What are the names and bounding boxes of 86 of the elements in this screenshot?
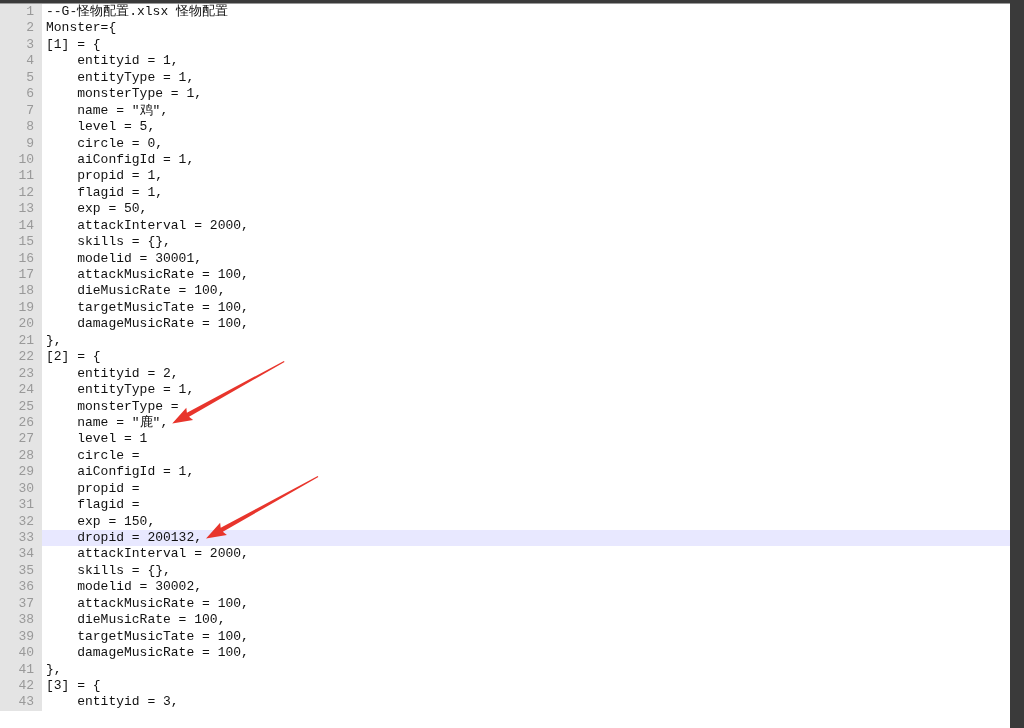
line-number: 21 bbox=[18, 332, 34, 348]
code-line: targetMusicTate = 100, bbox=[76, 299, 249, 315]
code-line: entityType = 1, bbox=[76, 69, 195, 85]
code-line: skills = {}, bbox=[76, 234, 171, 250]
code-line: Monster={ bbox=[46, 20, 117, 36]
line-number: 16 bbox=[18, 250, 34, 266]
code-line: [1] = { bbox=[46, 36, 101, 52]
line-number: 41 bbox=[18, 661, 34, 677]
line-number: 24 bbox=[18, 382, 34, 398]
code-line: monsterType = bbox=[76, 398, 179, 414]
line-number: 4 bbox=[26, 53, 34, 69]
code-line: circle = 0, bbox=[76, 135, 164, 151]
line-number: 19 bbox=[18, 299, 34, 315]
code-line: name = "鹿", bbox=[76, 414, 169, 430]
line-number: 37 bbox=[18, 595, 34, 611]
code-line: flagid = bbox=[76, 497, 140, 513]
line-number: 26 bbox=[18, 414, 34, 430]
code-line: [2] = { bbox=[46, 349, 101, 365]
code-line: aiConfigId = 1, bbox=[76, 464, 195, 480]
line-number: 11 bbox=[18, 168, 34, 184]
code-line: damageMusicRate = 100, bbox=[76, 645, 249, 661]
line-number: 27 bbox=[18, 431, 34, 447]
code-line: modelid = 30001, bbox=[76, 250, 203, 266]
code-line: attackInterval = 2000, bbox=[76, 217, 249, 233]
code-line: circle = bbox=[76, 447, 141, 463]
line-number: 17 bbox=[18, 267, 34, 282]
line-number: 40 bbox=[18, 645, 34, 661]
line-number: 5 bbox=[26, 69, 34, 85]
code-line: [3] = { bbox=[46, 677, 101, 693]
code-line: flagid = 1, bbox=[76, 184, 164, 200]
line-number: 10 bbox=[18, 151, 34, 167]
line-number: 34 bbox=[18, 546, 34, 562]
code-line: }, bbox=[46, 332, 62, 348]
code-line: monsterType = 1, bbox=[76, 86, 203, 102]
code-line: propid = bbox=[76, 480, 141, 496]
line-number: 33 bbox=[18, 530, 34, 545]
code-line: exp = 150, bbox=[76, 513, 156, 529]
line-number: 23 bbox=[18, 365, 34, 381]
code-line: skills = {}, bbox=[76, 562, 171, 578]
line-number: 30 bbox=[18, 480, 34, 496]
code-line: level = 5, bbox=[76, 119, 156, 135]
line-number: 31 bbox=[18, 497, 34, 513]
line-number: 38 bbox=[18, 612, 34, 628]
line-number: 18 bbox=[18, 283, 34, 299]
line-number: 14 bbox=[18, 217, 34, 233]
code-line: dropid = 200132, bbox=[76, 530, 203, 545]
line-number: 12 bbox=[18, 184, 34, 200]
line-number: 39 bbox=[18, 628, 34, 644]
line-number: 15 bbox=[18, 234, 34, 250]
line-number: 22 bbox=[18, 349, 34, 365]
code-line: attackMusicRate = 100, bbox=[76, 267, 249, 282]
code-line: entityid = 2, bbox=[76, 365, 179, 381]
code-line: entityid = 3, bbox=[76, 694, 179, 710]
code-line: exp = 50, bbox=[76, 201, 148, 217]
code-line: damageMusicRate = 100, bbox=[76, 316, 249, 332]
code-line: dieMusicRate = 100, bbox=[76, 612, 226, 628]
line-number: 28 bbox=[18, 447, 34, 463]
line-number: 1 bbox=[26, 4, 34, 19]
line-number: 29 bbox=[18, 464, 34, 480]
code-line: }, bbox=[46, 661, 62, 677]
code-line: dieMusicRate = 100, bbox=[76, 283, 226, 299]
line-number: 2 bbox=[26, 20, 34, 36]
line-number: 13 bbox=[18, 201, 34, 217]
code-line: name = "鸡", bbox=[76, 102, 169, 118]
code-line: propid = 1, bbox=[76, 168, 164, 184]
line-number: 6 bbox=[26, 86, 34, 102]
code-line: --G-怪物配置.xlsx 怪物配置 bbox=[46, 4, 228, 19]
line-number: 7 bbox=[26, 102, 34, 118]
code-line: entityid = 1, bbox=[76, 53, 179, 69]
code-line: targetMusicTate = 100, bbox=[76, 628, 249, 644]
line-number: 32 bbox=[18, 513, 34, 529]
code-line: level = 1 bbox=[76, 431, 148, 447]
code-line: entityType = 1, bbox=[76, 382, 195, 398]
line-number: 9 bbox=[26, 135, 34, 151]
line-number: 43 bbox=[18, 694, 34, 710]
line-number: 36 bbox=[18, 579, 34, 595]
line-number: 20 bbox=[18, 316, 34, 332]
code-line: modelid = 30002, bbox=[76, 579, 203, 595]
code-line: attackMusicRate = 100, bbox=[76, 595, 249, 611]
line-number: 25 bbox=[18, 398, 34, 414]
line-number: 8 bbox=[26, 119, 34, 135]
line-number: 42 bbox=[18, 677, 34, 693]
line-number: 35 bbox=[18, 562, 34, 578]
code-line: aiConfigId = 1, bbox=[76, 151, 195, 167]
code-line: attackInterval = 2000, bbox=[76, 546, 249, 562]
line-number: 3 bbox=[26, 36, 34, 52]
